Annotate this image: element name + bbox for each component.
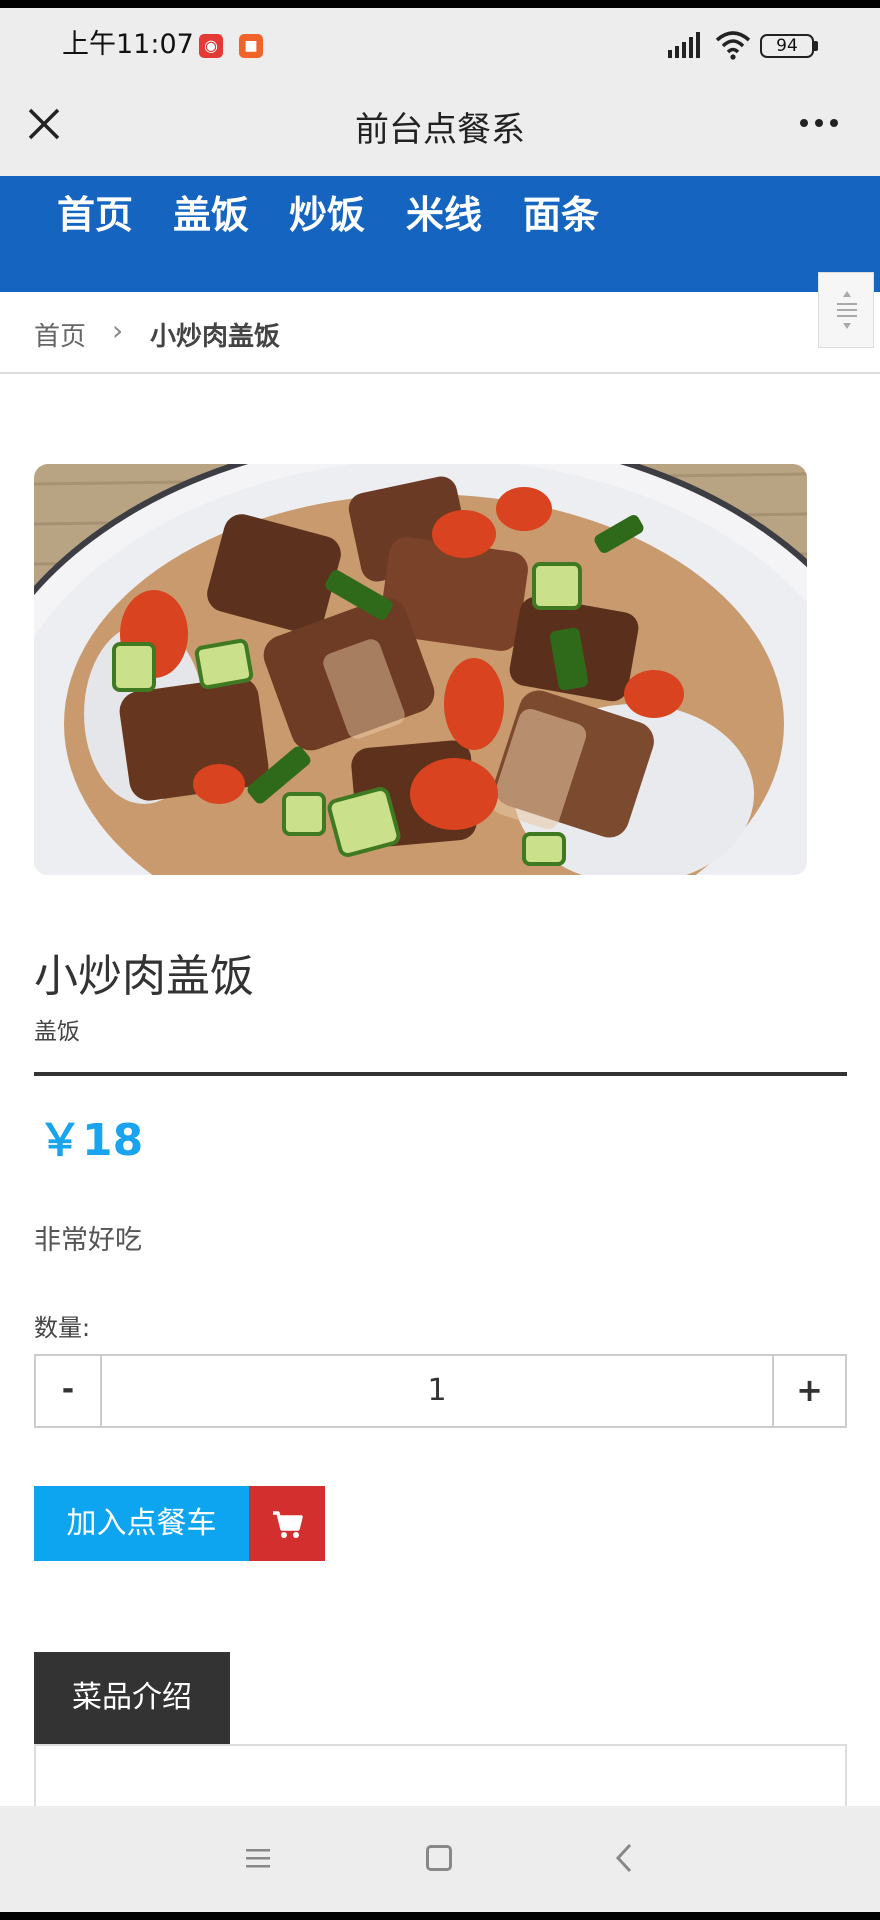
scroll-handle-button[interactable]: [818, 272, 874, 348]
quantity-input[interactable]: 1: [102, 1354, 772, 1428]
quantity-minus-button[interactable]: -: [34, 1354, 102, 1428]
more-icon[interactable]: [798, 115, 840, 131]
home-icon[interactable]: [426, 1845, 452, 1871]
netease-music-icon: ◉: [199, 34, 223, 58]
dish-description: 非常好吃: [34, 1225, 142, 1256]
category-miantiao[interactable]: 面条: [523, 184, 599, 239]
sort-icon: [837, 291, 857, 329]
category-mixian[interactable]: 米线: [406, 184, 482, 239]
status-time: 上午11:07: [62, 29, 194, 60]
cart-button[interactable]: [249, 1486, 325, 1561]
dish-name: 小炒肉盖饭: [34, 951, 254, 1002]
dish-photo: [34, 464, 807, 875]
page-title: 前台点餐系: [355, 110, 525, 150]
battery-icon: 94: [760, 34, 814, 58]
tab-dish-intro[interactable]: 菜品介绍: [34, 1652, 230, 1744]
quantity-plus-button[interactable]: +: [772, 1354, 847, 1428]
dish-category: 盖饭: [34, 1019, 80, 1045]
breadcrumb-home-link[interactable]: 首页: [34, 316, 86, 353]
menu-icon[interactable]: [244, 1846, 272, 1870]
breadcrumb-current: 小炒肉盖饭: [150, 322, 281, 352]
chevron-right-icon: ›: [112, 314, 124, 347]
signal-icon: [668, 32, 700, 58]
add-to-cart-button[interactable]: 加入点餐车: [34, 1486, 249, 1561]
back-icon[interactable]: [614, 1842, 634, 1874]
category-home[interactable]: 首页: [57, 184, 133, 239]
divider: [34, 1072, 847, 1076]
top-edge: [0, 0, 880, 8]
battery-tip: [814, 41, 818, 51]
wifi-icon: [715, 31, 751, 60]
video-record-icon: ■: [239, 34, 263, 58]
dish-price: ￥18: [38, 1115, 144, 1166]
bottom-edge: [0, 1912, 880, 1920]
category-gaifan[interactable]: 盖饭: [173, 184, 249, 239]
close-icon[interactable]: [26, 106, 62, 142]
shopping-cart-icon: [273, 1511, 303, 1538]
category-chaofan[interactable]: 炒饭: [289, 184, 365, 239]
breadcrumb: [0, 292, 880, 374]
quantity-label: 数量:: [34, 1314, 91, 1342]
